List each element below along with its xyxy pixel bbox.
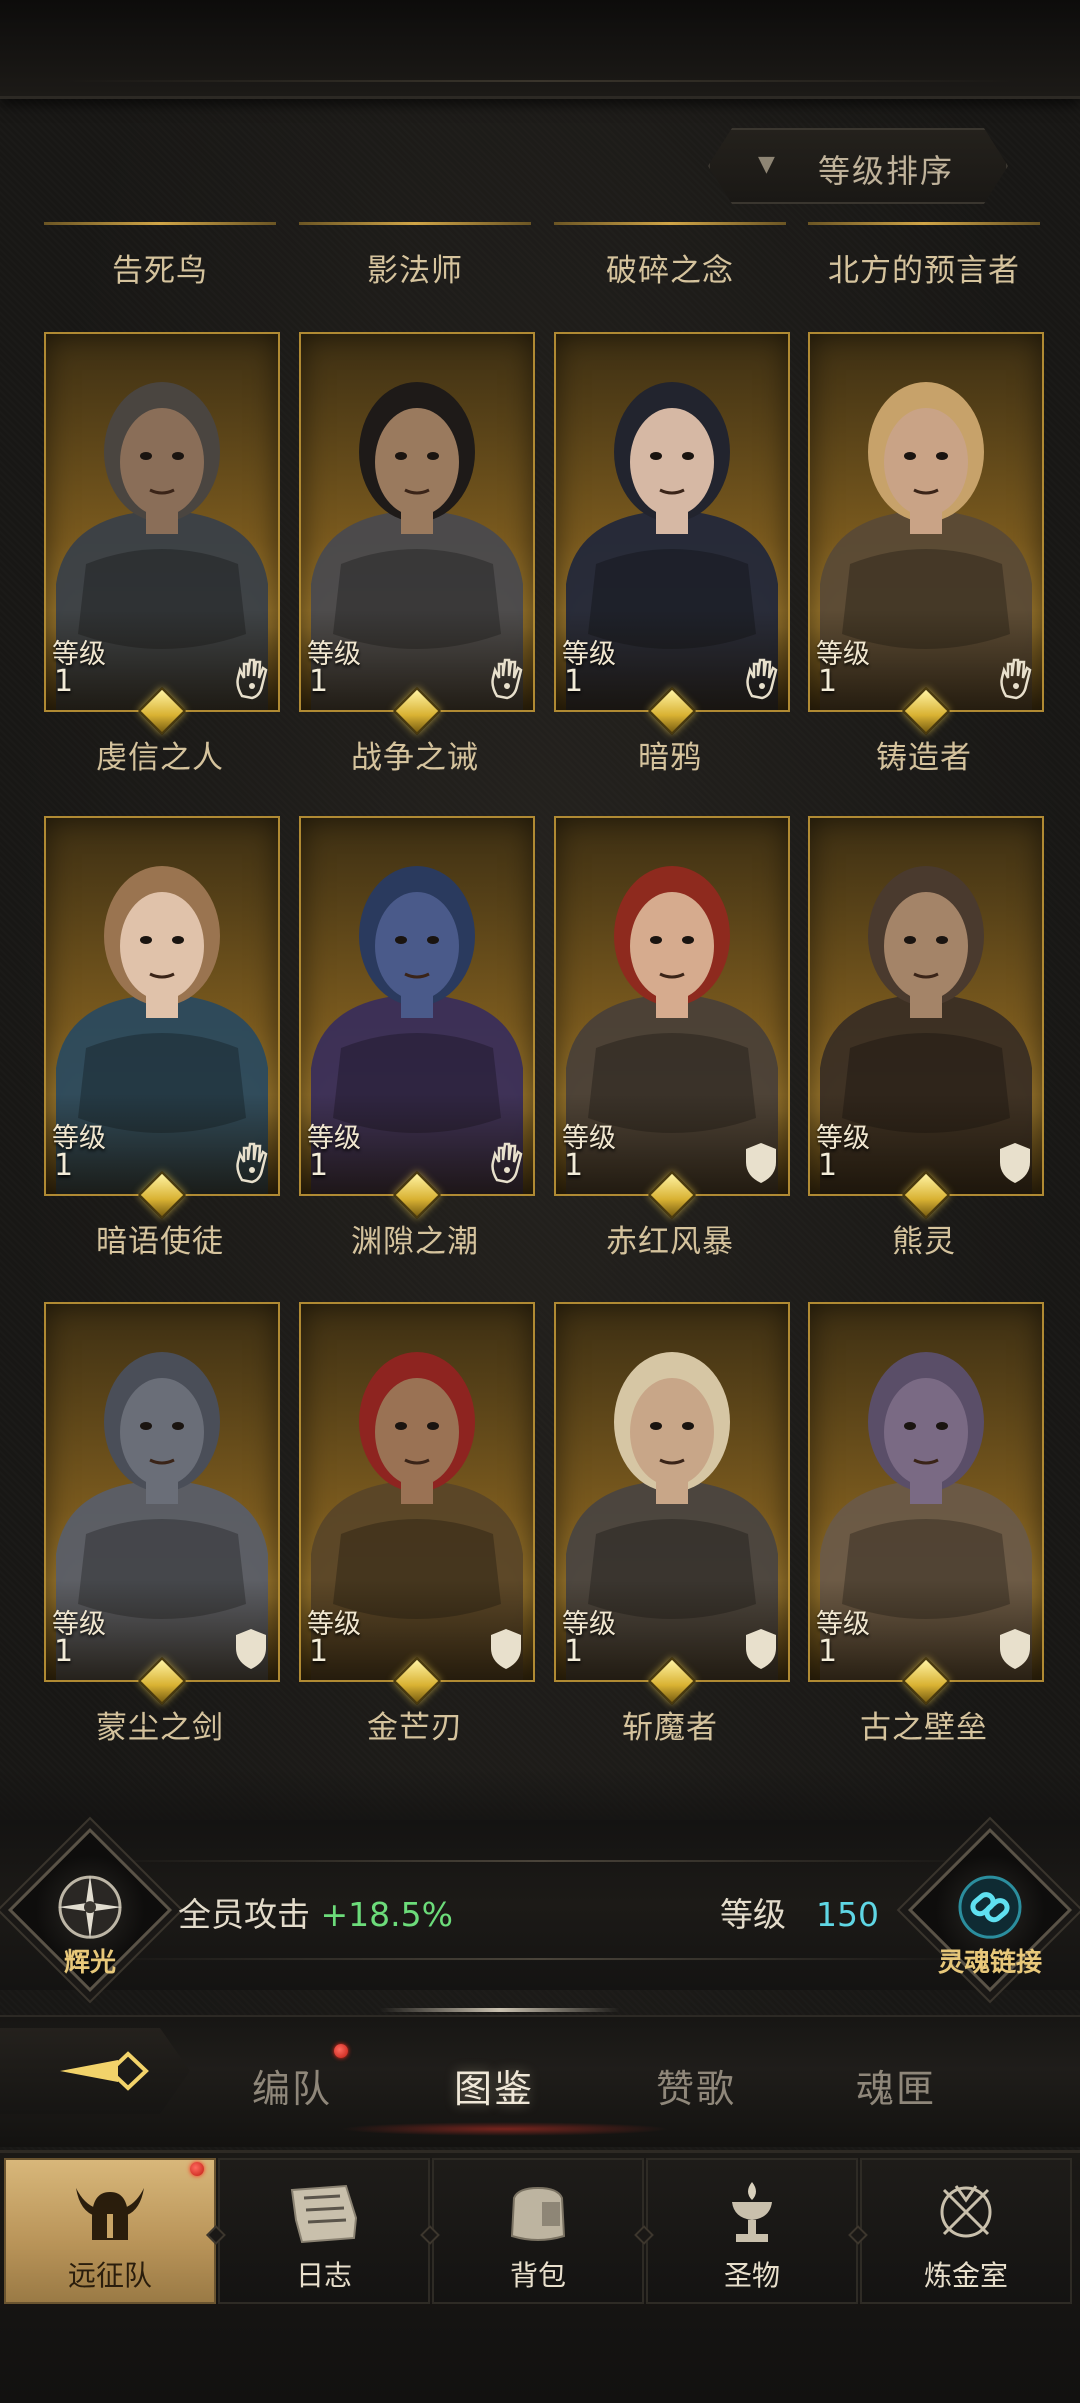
level-value: 1: [54, 1634, 74, 1669]
level-value: 1: [818, 1634, 838, 1669]
hero-name: 熊灵: [892, 1224, 956, 1260]
hand-icon: [746, 658, 778, 700]
hero-name: 古之壁垒: [860, 1710, 988, 1746]
level-value: 1: [54, 1148, 74, 1183]
hero-card[interactable]: 等级 1: [554, 1302, 790, 1682]
hero-name: 北方的预言者: [828, 253, 1020, 289]
tab-indicator: [380, 2008, 620, 2012]
back-button[interactable]: [0, 2028, 190, 2114]
nav-journal[interactable]: 日志: [218, 2158, 430, 2304]
hero-name: 战争之诫: [351, 740, 479, 776]
attack-value: +18.5%: [320, 1895, 453, 1934]
level-value: 1: [564, 664, 584, 699]
hero-name: 虔信之人: [96, 740, 224, 776]
bag-icon: [510, 2186, 566, 2241]
total-level: 等级 150: [720, 1888, 879, 1936]
arrow-left-icon: [60, 2051, 149, 2091]
soul-link-label: 灵魂链接: [937, 1948, 1042, 1978]
tab-codex[interactable]: 图鉴: [454, 2058, 534, 2113]
badge-dot: [334, 2044, 348, 2058]
hero-name: 暗鸦: [638, 740, 702, 776]
hand-icon: [491, 1142, 523, 1184]
hero-grid: 告死鸟 影法师 破碎之念 北方的预言者 等级 1 虔信之人 等级 1 战争之诫 等级 1 暗鸦 等级 1 铸造…: [0, 0, 1080, 1800]
hero-name: 影法师: [367, 253, 463, 289]
level-value: 1: [54, 664, 74, 699]
scroll-icon: [290, 2184, 358, 2244]
radiance-label: 辉光: [63, 1948, 116, 1978]
tab-formation[interactable]: 编队: [252, 2058, 332, 2113]
card-bottom-edge: [554, 222, 786, 225]
shield-icon: [1000, 1143, 1030, 1183]
hero-card[interactable]: 等级 1: [44, 816, 280, 1196]
hand-icon: [1000, 658, 1032, 700]
hero-card[interactable]: 等级 1: [44, 332, 280, 712]
badge-dot: [190, 2162, 204, 2176]
hero-name: 告死鸟: [112, 253, 208, 289]
hand-icon: [236, 1142, 268, 1184]
level-value: 1: [309, 1634, 329, 1669]
team-attack-bonus: 全员攻击 +18.5%: [178, 1888, 453, 1936]
shield-icon: [746, 1629, 776, 1669]
shield-icon: [746, 1143, 776, 1183]
hand-icon: [236, 658, 268, 700]
chain-link-icon: [958, 1875, 1022, 1939]
horned-helmet-icon: [76, 2188, 144, 2240]
shield-icon: [491, 1629, 521, 1669]
nav-label: 背包: [509, 2259, 566, 2292]
divider: [100, 1958, 980, 1960]
shield-icon: [236, 1629, 266, 1669]
card-bottom-edge: [808, 222, 1040, 225]
hero-name: 破碎之念: [606, 253, 734, 289]
hero-name: 蒙尘之剑: [96, 1710, 224, 1746]
level-value: 1: [309, 664, 329, 699]
tab-soul-box[interactable]: 魂匣: [856, 2058, 936, 2113]
hero-card[interactable]: 等级 1: [808, 1302, 1044, 1682]
divider: [100, 1860, 980, 1862]
nav-label: 炼金室: [923, 2259, 1008, 2292]
level-value: 150: [816, 1895, 879, 1934]
card-bottom-edge: [44, 222, 276, 225]
hero-card[interactable]: 等级 1: [299, 816, 535, 1196]
chalice-icon: [732, 2182, 772, 2242]
level-label: 等级: [720, 1895, 786, 1934]
hand-icon: [491, 658, 523, 700]
hero-name: 渊隙之潮: [351, 1224, 479, 1260]
hero-card[interactable]: 等级 1: [554, 816, 790, 1196]
nav-label: 远征队: [67, 2259, 152, 2292]
card-bottom-edge: [299, 222, 531, 225]
tab-active-glow: [340, 2122, 670, 2136]
level-value: 1: [309, 1148, 329, 1183]
hero-card[interactable]: 等级 1: [299, 1302, 535, 1682]
nav-expedition[interactable]: 远征队: [4, 2158, 216, 2304]
hero-card[interactable]: 等级 1: [808, 332, 1044, 712]
level-value: 1: [818, 1148, 838, 1183]
nav-label: 圣物: [723, 2259, 780, 2292]
hero-card[interactable]: 等级 1: [299, 332, 535, 712]
compass-emblem-icon: [57, 1875, 122, 1940]
hero-name: 斩魔者: [622, 1710, 718, 1746]
level-value: 1: [564, 1148, 584, 1183]
hero-card[interactable]: 等级 1: [44, 1302, 280, 1682]
level-value: 1: [818, 664, 838, 699]
tab-hymn[interactable]: 赞歌: [656, 2058, 736, 2113]
attack-label: 全员攻击: [178, 1895, 310, 1934]
level-value: 1: [564, 1634, 584, 1669]
hero-name: 金芒刃: [367, 1710, 463, 1746]
hero-name: 铸造者: [876, 740, 972, 776]
nav-label: 日志: [295, 2259, 352, 2292]
hero-card[interactable]: 等级 1: [554, 332, 790, 712]
hero-card[interactable]: 等级 1: [808, 816, 1044, 1196]
nav-backpack[interactable]: 背包: [432, 2158, 644, 2304]
nav-alchemy-room[interactable]: 炼金室: [860, 2158, 1072, 2304]
hero-name: 赤红风暴: [606, 1224, 734, 1260]
nav-relics[interactable]: 圣物: [646, 2158, 858, 2304]
shield-icon: [1000, 1629, 1030, 1669]
alchemy-icon: [940, 2185, 992, 2238]
hero-name: 暗语使徒: [96, 1224, 224, 1260]
